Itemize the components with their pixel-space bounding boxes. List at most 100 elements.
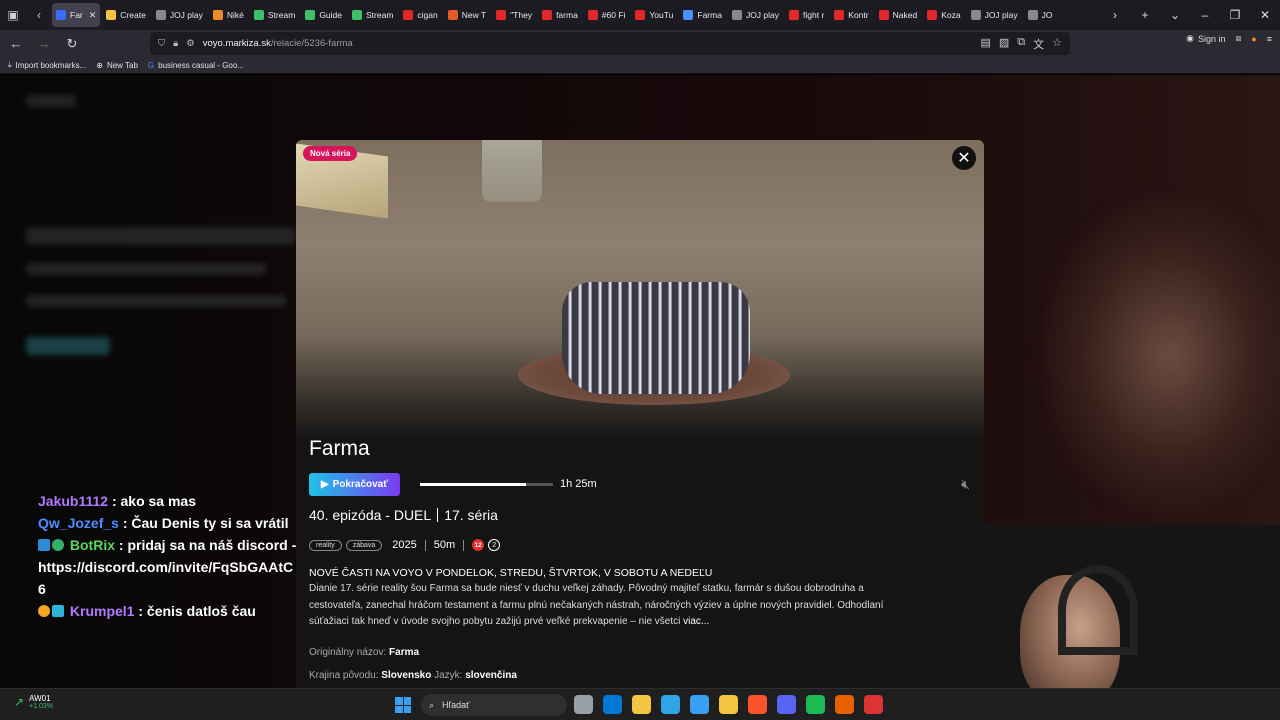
maximize-icon[interactable]: ❐ [1220, 0, 1250, 30]
bookmark-import[interactable]: ⤓ Import bookmarks... [8, 60, 86, 70]
read-more-link[interactable]: viac... [683, 616, 709, 627]
headphones [1058, 565, 1138, 655]
taskbar-app-icon[interactable] [574, 695, 593, 714]
browser-tab[interactable]: JOJ play [728, 3, 783, 27]
tab-label: "They [510, 10, 533, 20]
tab-label: New T [461, 10, 487, 20]
watch-progress-bar [420, 483, 553, 486]
list-tabs-icon[interactable]: ⌄ [1160, 0, 1190, 30]
taskbar-app-icon[interactable] [603, 695, 622, 714]
browser-tab[interactable]: Stream [348, 3, 397, 27]
browser-tab[interactable]: Create [102, 3, 150, 27]
scroll-tabs-right-icon[interactable]: › [1100, 0, 1130, 30]
scroll-tabs-left-icon[interactable]: ‹ [26, 0, 52, 30]
menu-icon[interactable]: ≡ [1267, 34, 1272, 44]
browser-tab[interactable]: New T [444, 3, 490, 27]
browser-tab[interactable]: Farma [679, 3, 726, 27]
tab-label: Stream [366, 10, 394, 20]
browser-tab[interactable]: YouTu [631, 3, 677, 27]
account-icon: ◉ [1186, 33, 1195, 43]
show-title: Farma [309, 437, 370, 460]
new-tab-icon[interactable]: + [1130, 0, 1160, 30]
browser-tab[interactable]: Niké [209, 3, 248, 27]
bookmark-business-casual[interactable]: Gbusiness casual - Goo... [148, 61, 244, 70]
url-bar[interactable]: ⛉ 🔒︎ ⚙︎ voyo.markiza.sk/relacie/5236-far… [150, 32, 1070, 55]
taskbar-search[interactable]: ⌕ Hľadať [421, 694, 567, 716]
tab-favicon-icon [447, 10, 458, 20]
taskbar-app-icon[interactable] [777, 695, 796, 714]
forward-icon[interactable]: → [32, 32, 56, 56]
bookmark-new-tab[interactable]: ⊕ New Tab [96, 61, 138, 70]
reader-view-icon[interactable]: ▤ [980, 36, 990, 52]
minimize-icon[interactable]: – [1190, 0, 1220, 30]
close-window-icon[interactable]: ✕ [1250, 0, 1280, 30]
taskbar-app-icon[interactable] [690, 695, 709, 714]
episode-length: 50m [433, 539, 456, 551]
screenshot-icon[interactable]: ⧉ [1017, 36, 1025, 52]
hero-glass [482, 140, 542, 202]
tab-favicon-icon [635, 10, 646, 20]
browser-tab[interactable]: #60 Fi [584, 3, 630, 27]
url-domain: voyo.markiza.sk [202, 38, 271, 49]
tag-zabava[interactable]: zábava [345, 539, 383, 551]
tab-label: JOJ play [984, 10, 1018, 20]
browser-tab[interactable]: JOJ play [152, 3, 207, 27]
browser-tab[interactable]: Guide [301, 3, 346, 27]
taskbar-app-icon[interactable] [661, 695, 680, 714]
reload-icon[interactable]: ↻ [60, 32, 84, 56]
picture-icon[interactable]: ▨ [999, 36, 1009, 52]
taskbar-app-icon[interactable] [632, 695, 651, 714]
taskbar-app-icon[interactable] [864, 695, 883, 714]
tab-favicon-icon [305, 10, 316, 20]
tab-favicon-icon [927, 10, 938, 20]
bookmark-star-icon[interactable]: ☆ [1052, 36, 1062, 52]
browser-tab[interactable]: farma [538, 3, 582, 27]
browser-tab[interactable]: cigan [399, 3, 441, 27]
close-tab-icon[interactable]: ✕ [89, 10, 97, 21]
tab-overview-icon[interactable]: ▣ [0, 0, 26, 30]
chart-icon: ↗ [14, 695, 25, 709]
extensions-icon[interactable]: ⧈ [1236, 33, 1242, 44]
tab-label: Far [70, 10, 83, 20]
browser-tab[interactable]: Stream [250, 3, 299, 27]
browser-tab[interactable]: fight r [785, 3, 828, 27]
hero-video[interactable] [296, 140, 984, 440]
toolbar-right: ◉ Sign in ⧈ ● ≡ [1186, 33, 1272, 44]
tag-reality[interactable]: reality [309, 539, 342, 551]
browser-tab[interactable]: Naked [875, 3, 922, 27]
profile-icon[interactable]: ● [1251, 34, 1256, 44]
tab-favicon-icon [878, 10, 889, 20]
translate-icon[interactable]: 文 [1033, 36, 1044, 52]
taskbar-app-icon[interactable] [748, 695, 767, 714]
browser-tab[interactable]: Far ✕ [52, 3, 101, 27]
continue-button[interactable]: ▶ Pokračovať [309, 473, 400, 496]
taskbar-app-icon[interactable] [719, 695, 738, 714]
stock-widget[interactable]: ↗ AW01 +1.03% [14, 694, 53, 710]
close-modal-button[interactable]: ✕ [952, 146, 976, 170]
chat-text: : čenis datloš čau [138, 603, 256, 619]
browser-tab[interactable]: Kontr [830, 3, 872, 27]
tab-favicon-icon [496, 10, 507, 20]
permissions-icon[interactable]: ⚙︎ [186, 38, 195, 49]
start-icon[interactable] [395, 697, 411, 713]
shield-icon[interactable]: ⛉ [158, 38, 165, 49]
browser-tab[interactable]: JOJ play [967, 3, 1022, 27]
tab-label: JO [1041, 10, 1053, 20]
lock-icon[interactable]: 🔒︎ [173, 38, 178, 49]
description-headline: NOVÉ ČASTI NA VOYO V PONDELOK, STREDU, Š… [309, 567, 713, 579]
chat-overlay: Jakub1112 : ako sa mas Qw_Jozef_s : Čau … [38, 490, 300, 622]
sign-in-button[interactable]: ◉ Sign in [1186, 33, 1225, 44]
browser-tab[interactable]: Koza [923, 3, 964, 27]
chat-text: : ako sa mas [111, 493, 197, 509]
browser-tab[interactable]: JO [1024, 3, 1057, 27]
age-rating-icon: 12 [472, 539, 485, 551]
back-icon[interactable]: ← [4, 32, 28, 56]
tab-label: JOJ play [745, 10, 780, 20]
tab-label: Kontr [848, 10, 869, 20]
taskbar-app-icon[interactable] [806, 695, 825, 714]
window-controls: › + ⌄ – ❐ ✕ [1100, 0, 1280, 30]
gift-badge-icon [52, 605, 64, 617]
mute-icon[interactable]: 🔇︎ [961, 476, 970, 493]
taskbar-app-icon[interactable] [835, 695, 854, 714]
browser-tab[interactable]: "They [492, 3, 536, 27]
